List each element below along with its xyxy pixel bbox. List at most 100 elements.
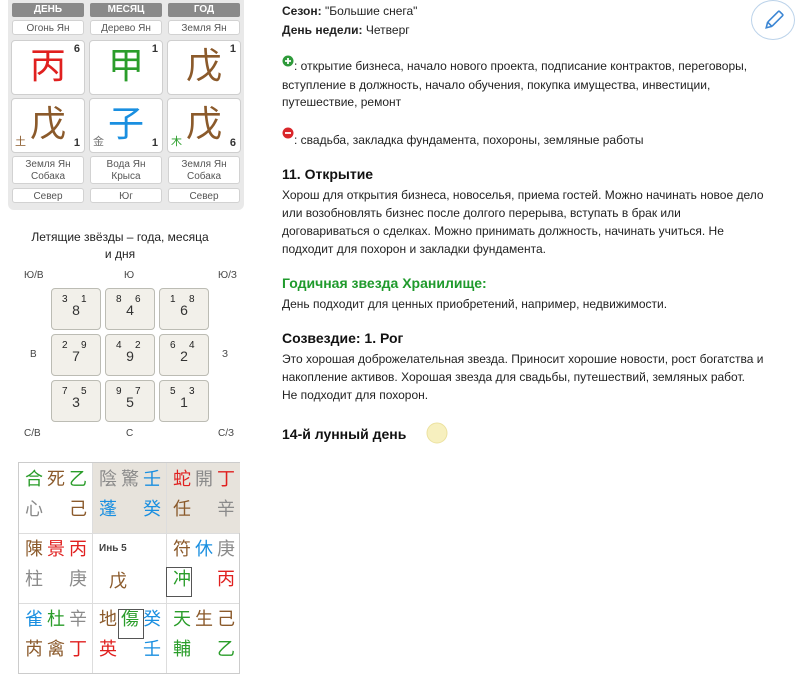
hidden-element: 土 bbox=[15, 135, 26, 148]
stem-number: 1 bbox=[151, 43, 158, 55]
stem-number: 6 bbox=[73, 43, 80, 55]
stem-label-year: Земля Ян bbox=[168, 20, 240, 35]
officer-text-line3: договариваться о сделках. Можно принимат… bbox=[282, 224, 724, 238]
flying-stars-title: Летящие звёзды – года, месяца и дня bbox=[20, 229, 220, 263]
weekday-label: День недели: bbox=[282, 23, 363, 37]
qimen-glyph: 禽 bbox=[47, 639, 65, 660]
qimen-glyph: 符 bbox=[173, 539, 191, 560]
dir-label-w: В bbox=[30, 349, 37, 360]
flying-star-cell: 186 bbox=[159, 288, 209, 330]
plus-icon bbox=[282, 55, 294, 67]
qimen-glyph: 芮 bbox=[25, 639, 43, 660]
qimen-glyph: 壬 bbox=[143, 469, 161, 490]
qimen-glyph: 己 bbox=[69, 499, 87, 520]
branch-cell-year: 戊 木 6 bbox=[167, 98, 241, 153]
qimen-glyph: 傷 bbox=[121, 609, 139, 630]
qimen-divider bbox=[19, 533, 239, 534]
qimen-glyph: 心 bbox=[25, 499, 43, 520]
bazi-chart: ДЕНЬ МЕСЯЦ ГОД Огонь Ян Дерево Ян Земля … bbox=[8, 0, 244, 210]
stem-label-day: Огонь Ян bbox=[12, 20, 84, 35]
qimen-glyph: 天 bbox=[173, 609, 191, 630]
qimen-glyph: 柱 bbox=[25, 569, 43, 590]
day-star: 6 bbox=[180, 302, 188, 318]
qimen-glyph: 丁 bbox=[217, 469, 235, 490]
qimen-center-label: Инь 5 bbox=[99, 543, 127, 554]
stem-cell-year: 戊 1 bbox=[167, 40, 241, 95]
branch-label-day: Земля Ян Собака bbox=[12, 156, 84, 184]
branch-number: 1 bbox=[73, 137, 80, 149]
season-label: Сезон: bbox=[282, 4, 322, 18]
qimen-glyph: 開 bbox=[195, 469, 213, 490]
branch-element-text: Земля Ян bbox=[181, 159, 227, 170]
season-value: "Большие снега" bbox=[324, 4, 418, 18]
edit-button[interactable] bbox=[751, 0, 795, 40]
day-star: 2 bbox=[180, 348, 188, 364]
qimen-glyph: 陰 bbox=[99, 469, 117, 490]
constellation-text-line3: Не подходит для похорон. bbox=[282, 388, 429, 402]
qimen-center-char: 戊 bbox=[109, 571, 127, 592]
qimen-glyph: 地 bbox=[99, 609, 117, 630]
branch-animal-text: Крыса bbox=[111, 171, 141, 182]
officer-title: 11. Открытие bbox=[282, 166, 374, 182]
qimen-glyph: 辛 bbox=[217, 499, 235, 520]
qimen-glyph: 丙 bbox=[217, 569, 235, 590]
stem-cell-day: 丙 6 bbox=[11, 40, 85, 95]
qimen-glyph: 己 bbox=[217, 609, 235, 630]
qimen-glyph: 庚 bbox=[69, 569, 87, 590]
stem-label-month: Дерево Ян bbox=[90, 20, 162, 35]
stem-number: 1 bbox=[229, 43, 236, 55]
qimen-divider bbox=[92, 463, 93, 673]
qimen-glyph: 任 bbox=[173, 499, 191, 520]
qimen-chart: Инь 5 戊 合死乙心己陰驚壬蓬癸蛇開丁任辛陳景丙柱庚符休庚冲丙雀杜辛芮禽丁地… bbox=[18, 462, 240, 674]
constellation-text-line2: накопление активов. Хорошая звезда для с… bbox=[282, 370, 745, 384]
dir-label-ne: Ю/З bbox=[218, 270, 237, 281]
branch-cell-day: 戊 土 1 bbox=[11, 98, 85, 153]
constellation-title: Созвездие: 1. Рог bbox=[282, 330, 404, 346]
dir-label-se: С/З bbox=[218, 428, 235, 439]
qimen-divider bbox=[19, 603, 239, 604]
officer-text-line4: подходит для похорон и закладки фундамен… bbox=[282, 242, 546, 256]
pencil-icon bbox=[765, 10, 784, 29]
flying-star-cell: 429 bbox=[105, 334, 155, 376]
qimen-glyph: 驚 bbox=[121, 469, 139, 490]
qimen-glyph: 輔 bbox=[173, 639, 191, 660]
header-year: ГОД bbox=[168, 3, 240, 17]
lunar-day-title: 14-й лунный день bbox=[282, 426, 407, 442]
day-star: 4 bbox=[126, 302, 134, 318]
good-activities-line1: : открытие бизнеса, начало нового проект… bbox=[294, 59, 748, 73]
flying-star-cell: 642 bbox=[159, 334, 209, 376]
annual-star-text: День подходит для ценных приобретений, н… bbox=[282, 297, 668, 311]
officer-text-line2: или возобновлять бизнес после долгого пе… bbox=[282, 206, 681, 220]
moon-icon bbox=[426, 422, 448, 444]
dir-label-e: З bbox=[222, 349, 229, 360]
qimen-glyph: 辛 bbox=[69, 609, 87, 630]
qimen-glyph: 庚 bbox=[217, 539, 235, 560]
branch-number: 6 bbox=[229, 137, 236, 149]
dir-label-sw: С/В bbox=[24, 428, 41, 439]
flying-stars-title-line1: Летящие звёзды – года, месяца bbox=[31, 230, 209, 244]
day-star: 9 bbox=[126, 348, 134, 364]
officer-text-line1: Хорош для открытия бизнеса, новоселья, п… bbox=[282, 188, 764, 202]
qimen-glyph: 英 bbox=[99, 639, 117, 660]
branch-element-text: Земля Ян bbox=[25, 159, 71, 170]
qimen-glyph: 景 bbox=[47, 539, 65, 560]
branch-label-month: Вода Ян Крыса bbox=[90, 156, 162, 184]
header-day: ДЕНЬ bbox=[12, 3, 84, 17]
constellation-text-line1: Это хорошая доброжелательная звезда. При… bbox=[282, 352, 764, 366]
qimen-glyph: 杜 bbox=[47, 609, 65, 630]
flying-star-cell: 753 bbox=[51, 380, 101, 422]
branch-element-text: Вода Ян bbox=[106, 159, 146, 170]
qimen-glyph: 陳 bbox=[25, 539, 43, 560]
annual-star-title: Годичная звезда Хранилище: bbox=[282, 275, 487, 291]
qimen-glyph: 蓬 bbox=[99, 499, 117, 520]
qimen-glyph: 雀 bbox=[25, 609, 43, 630]
stem-cell-month: 甲 1 bbox=[89, 40, 163, 95]
direction-year: Север bbox=[168, 188, 240, 203]
qimen-glyph: 壬 bbox=[143, 639, 161, 660]
dir-label-s: С bbox=[126, 428, 134, 439]
branch-animal-text: Собака bbox=[187, 171, 221, 182]
branch-label-year: Земля Ян Собака bbox=[168, 156, 240, 184]
good-activities-line3: путешествие, ремонт bbox=[282, 95, 402, 109]
flying-star-cell: 318 bbox=[51, 288, 101, 330]
weekday-line: День недели: Четверг bbox=[282, 21, 410, 40]
